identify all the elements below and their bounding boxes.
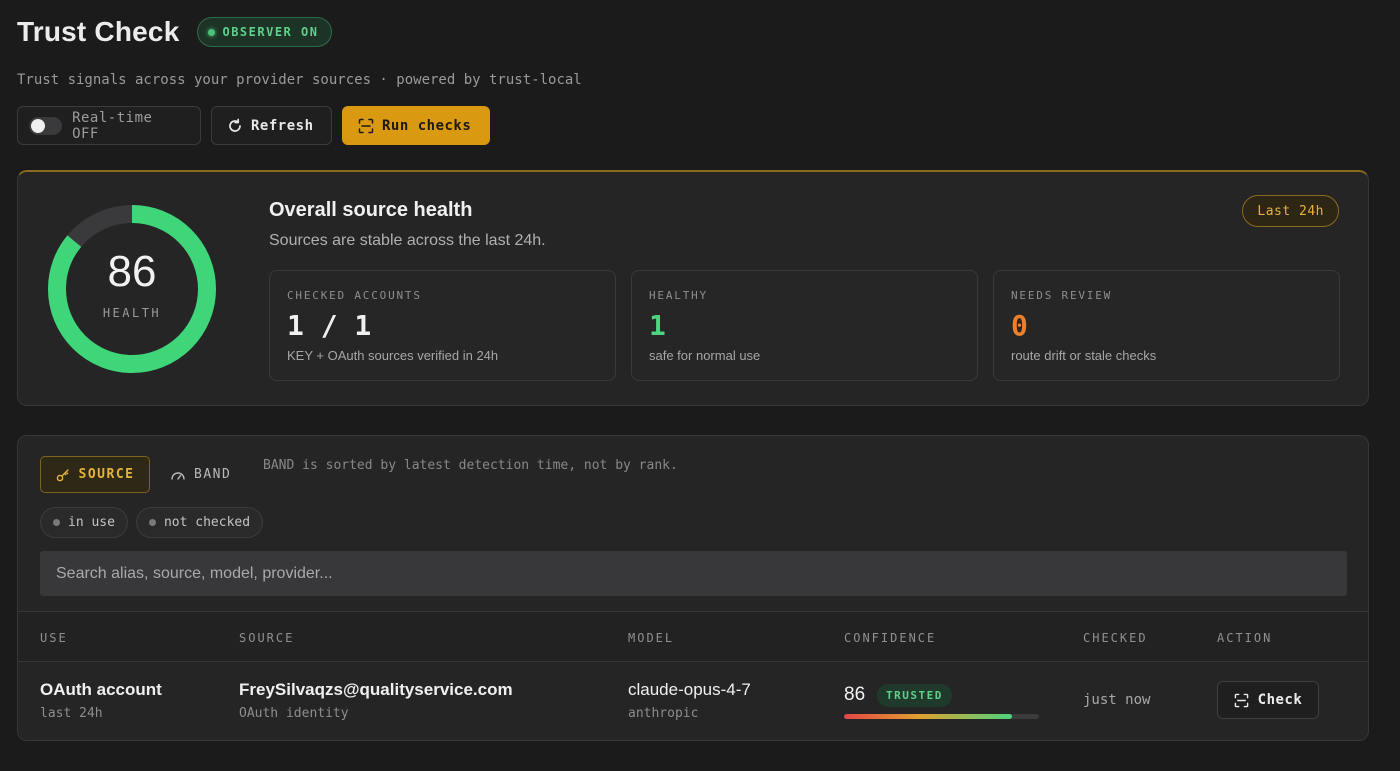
column-header-use: USE <box>40 631 68 645</box>
health-summary-card: 86 HEALTH Overall source health Sources … <box>17 170 1369 406</box>
tab-band-label: BAND <box>194 467 232 482</box>
source-kind: OAuth identity <box>239 706 349 721</box>
check-button[interactable]: Check <box>1217 681 1319 719</box>
health-subtitle: Sources are stable across the last 24h. <box>269 232 546 249</box>
sources-table-card: SOURCE BAND BAND is sorted by latest det… <box>17 435 1369 741</box>
page-title: Trust Check <box>17 16 180 47</box>
realtime-toggle-button[interactable]: Real-time OFF <box>17 106 201 145</box>
tab-source-label: SOURCE <box>78 467 135 482</box>
key-icon <box>56 468 69 481</box>
scan-icon <box>358 118 374 133</box>
tab-source[interactable]: SOURCE <box>40 456 150 493</box>
model-name: claude-opus-4-7 <box>628 680 751 699</box>
status-dot-icon <box>208 28 216 36</box>
run-checks-button[interactable]: Run checks <box>342 106 490 145</box>
health-score-label: HEALTH <box>102 306 162 320</box>
filter-chip-in-use[interactable]: in use <box>40 507 128 538</box>
chip-label: not checked <box>163 515 251 530</box>
confidence-score: 86 <box>844 684 866 705</box>
search-input[interactable] <box>40 551 1347 596</box>
column-header-action: ACTION <box>1217 631 1273 645</box>
confidence-bar-fill <box>844 714 1012 719</box>
chip-dot-icon <box>148 519 156 526</box>
column-header-source: SOURCE <box>239 631 295 645</box>
sort-note: BAND is sorted by latest detection time,… <box>263 458 678 473</box>
column-header-model: MODEL <box>628 631 675 645</box>
run-checks-label: Run checks <box>382 117 472 134</box>
confidence-bar <box>844 714 1039 719</box>
filter-chip-not-checked[interactable]: not checked <box>135 507 264 538</box>
chip-label: in use <box>68 515 115 530</box>
stat-label: HEALTHY <box>649 289 708 302</box>
stat-value: 1 <box>649 309 666 342</box>
stat-description: route drift or stale checks <box>1011 348 1157 363</box>
checked-time: just now <box>1083 692 1151 708</box>
stat-value: 1 / 1 <box>287 309 372 342</box>
column-header-checked: CHECKED <box>1083 631 1148 645</box>
stat-healthy: HEALTHY 1 safe for normal use <box>631 270 978 381</box>
stat-label: NEEDS REVIEW <box>1011 289 1113 302</box>
refresh-label: Refresh <box>251 117 314 134</box>
health-score: 86 <box>107 247 157 296</box>
gauge-icon <box>171 471 185 480</box>
realtime-toggle-switch[interactable] <box>29 116 63 135</box>
use-window: last 24h <box>40 706 103 721</box>
confidence-badge: TRUSTED <box>877 684 952 707</box>
realtime-toggle-label: Real-time OFF <box>72 109 153 142</box>
scan-icon <box>1234 693 1248 707</box>
tab-band[interactable]: BAND <box>160 456 241 493</box>
view-tabs: SOURCE BAND <box>40 456 241 493</box>
stat-description: safe for normal use <box>649 348 761 363</box>
stat-label: CHECKED ACCOUNTS <box>287 289 422 302</box>
page-subtitle: Trust signals across your provider sourc… <box>17 72 582 88</box>
toolbar: Real-time OFF Refresh Run checks <box>17 106 490 145</box>
stat-needs-review: NEEDS REVIEW 0 route drift or stale chec… <box>993 270 1340 381</box>
health-gauge: 86 HEALTH <box>46 203 218 375</box>
observer-status-badge: OBSERVER ON <box>197 17 333 47</box>
check-button-label: Check <box>1257 692 1303 708</box>
health-title: Overall source health <box>269 199 473 221</box>
header: Trust Check OBSERVER ON <box>17 16 333 48</box>
stat-checked-accounts: CHECKED ACCOUNTS 1 / 1 KEY + OAuth sourc… <box>269 270 616 381</box>
filter-chips: in use not checked <box>40 507 264 538</box>
source-identity: FreySilvaqzs@qualityservice.com <box>239 680 513 699</box>
refresh-icon <box>229 118 241 132</box>
stat-description: KEY + OAuth sources verified in 24h <box>287 348 499 363</box>
time-range-badge[interactable]: Last 24h <box>1242 195 1339 227</box>
table-row[interactable]: OAuth account last 24h FreySilvaqzs@qual… <box>18 662 1368 740</box>
observer-badge-label: OBSERVER ON <box>222 25 319 39</box>
refresh-button[interactable]: Refresh <box>211 106 332 145</box>
chip-dot-icon <box>53 519 60 526</box>
column-header-confidence: CONFIDENCE <box>844 631 937 645</box>
table-header: USE SOURCE MODEL CONFIDENCE CHECKED ACTI… <box>18 611 1368 662</box>
stat-value: 0 <box>1011 309 1028 342</box>
toggle-knob <box>31 118 45 133</box>
model-provider: anthropic <box>628 706 699 721</box>
use-type: OAuth account <box>40 680 162 699</box>
